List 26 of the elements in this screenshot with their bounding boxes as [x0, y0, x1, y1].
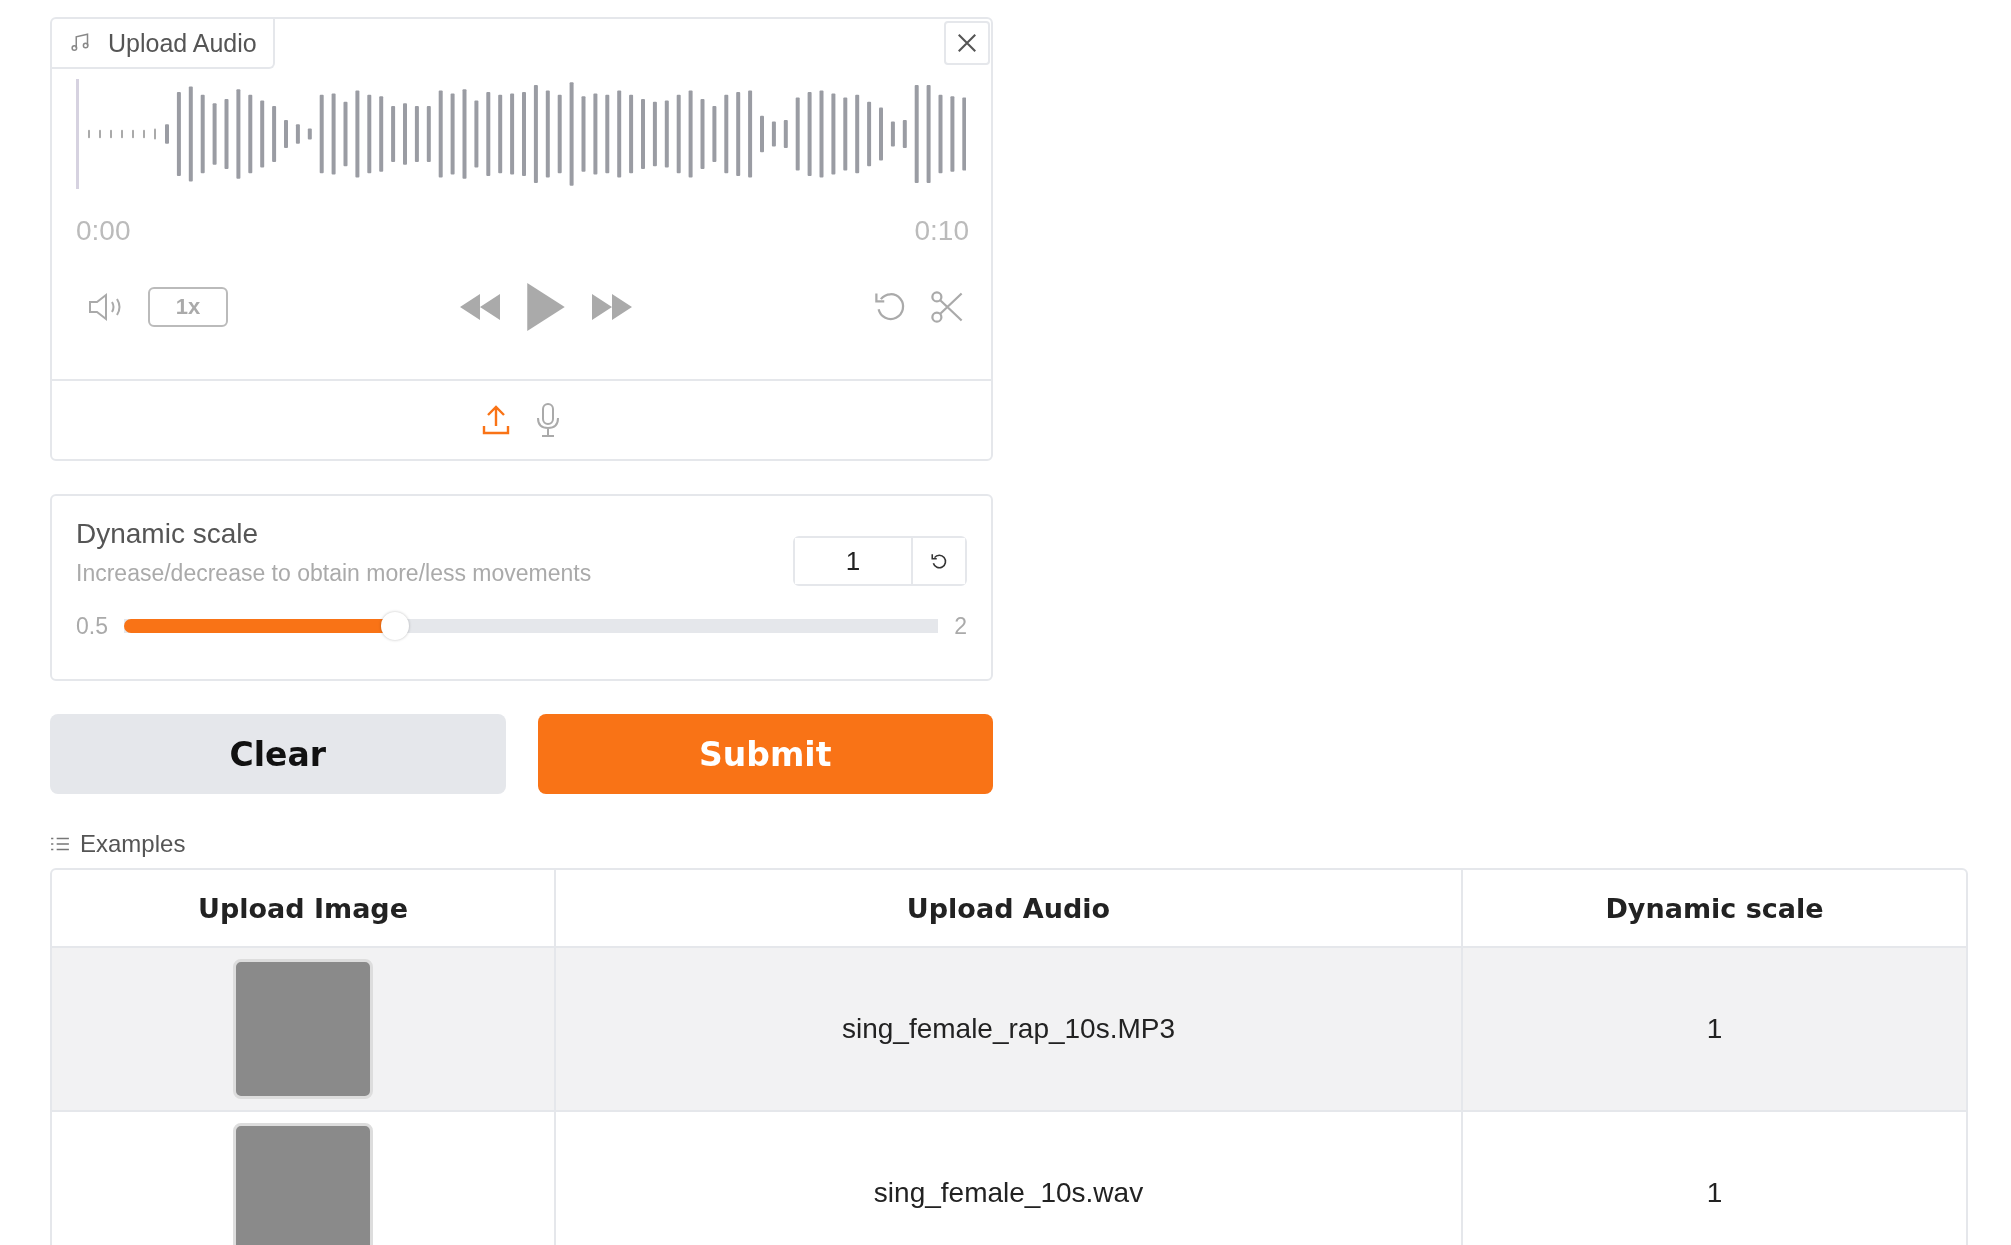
clear-button[interactable]: Clear: [50, 714, 506, 794]
slider-max: 2: [954, 612, 967, 640]
play-icon[interactable]: [524, 281, 567, 333]
reset-icon: [930, 552, 948, 570]
duration: 0:10: [914, 215, 969, 247]
slider-min: 0.5: [76, 612, 108, 640]
slider-label: Dynamic scale: [76, 518, 260, 550]
table-cell-text: 1: [1705, 1176, 1724, 1210]
column-header: Dynamic scale: [1604, 891, 1825, 926]
list-icon: [50, 835, 70, 853]
number-field[interactable]: 1: [793, 536, 967, 586]
audio-label: Upload Audio: [52, 19, 275, 69]
examples-label: Examples: [80, 830, 186, 858]
column-header: Upload Audio: [556, 870, 1463, 946]
current-time: 0:00: [76, 215, 131, 247]
close-button[interactable]: [944, 21, 990, 65]
close-icon: [956, 32, 978, 54]
example-row[interactable]: sing_female_rap_10s.MP3 1: [52, 948, 1966, 1112]
table-cell: sing_female_rap_10s.MP3: [556, 948, 1463, 1110]
column-header: Upload Image: [52, 870, 556, 946]
music-note-icon: [70, 33, 90, 53]
table-cell: sing_female_10s.wav: [556, 1112, 1463, 1245]
table-cell-text: 1: [1705, 1012, 1724, 1046]
scissors-icon[interactable]: [929, 289, 965, 325]
slider-thumb[interactable]: [381, 612, 410, 640]
slider-info: Increase/decrease to obtain more/less movements: [76, 560, 592, 587]
